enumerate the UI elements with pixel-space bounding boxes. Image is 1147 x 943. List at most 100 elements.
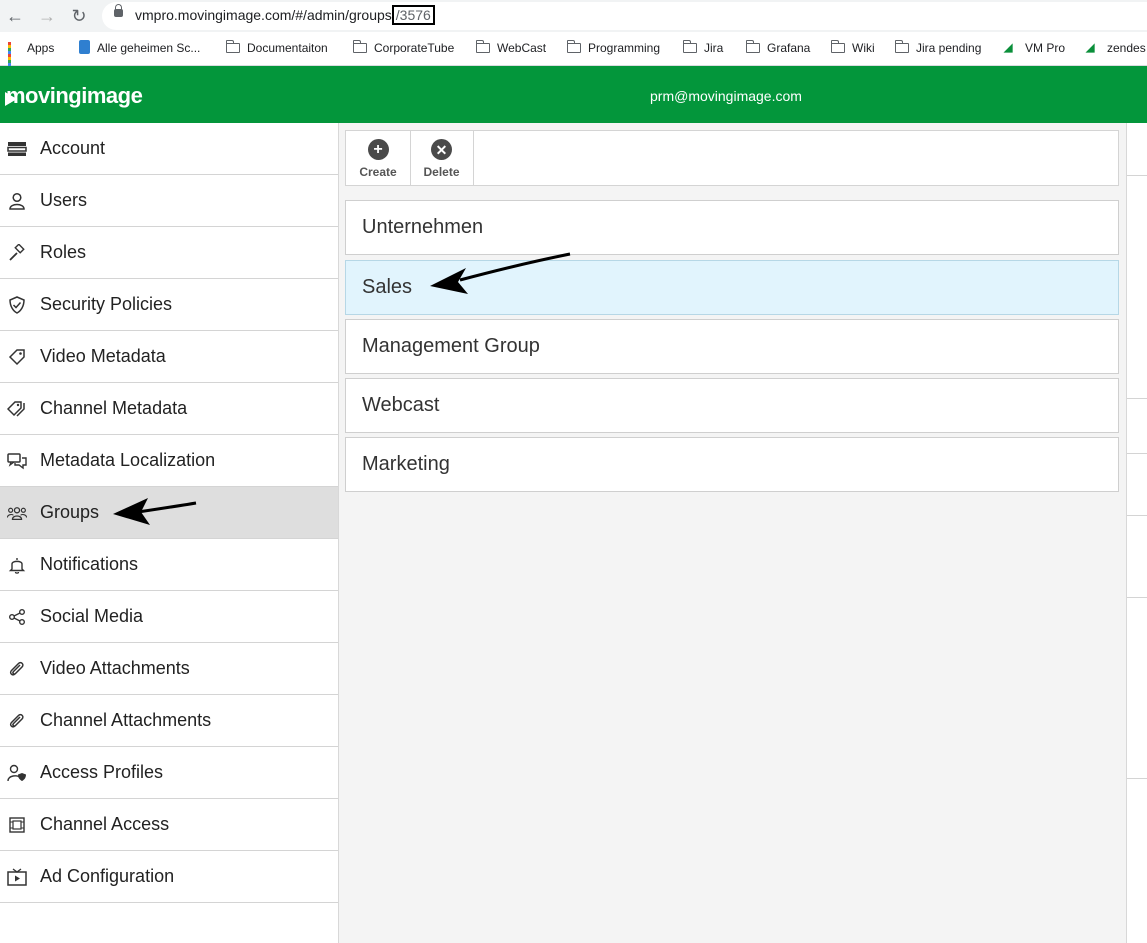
- shield-icon: [7, 295, 27, 315]
- group-icon: [7, 503, 27, 523]
- browser-address-bar: ← → ↻ vmpro.movingimage.com/#/admin/grou…: [0, 0, 1147, 32]
- divider: [1127, 597, 1147, 598]
- sidebar-item-users[interactable]: Users: [0, 175, 338, 227]
- annotation-arrow-sales: [430, 252, 571, 294]
- film-icon: [7, 815, 27, 835]
- sidebar-item-label: Channel Metadata: [40, 398, 188, 418]
- group-row[interactable]: Management Group: [345, 319, 1119, 374]
- url-prefix: vmpro.movingimage.com/#/admin/groups: [135, 7, 392, 23]
- sidebar-item-label: Groups: [40, 502, 100, 522]
- bookmarks-bar: Apps Alle geheimen Sc... Documentaiton C…: [0, 32, 1147, 69]
- sidebar-item-channel-attachments[interactable]: Channel Attachments: [0, 695, 338, 747]
- sidebar-item-video-attachments[interactable]: Video Attachments: [0, 643, 338, 695]
- bookmark-label: Documentaiton: [247, 41, 328, 55]
- sidebar-item-video-metadata[interactable]: Video Metadata: [0, 331, 338, 383]
- group-row[interactable]: Marketing: [345, 437, 1119, 492]
- plus-circle-icon: +: [367, 139, 389, 160]
- group-row[interactable]: Webcast: [345, 378, 1119, 433]
- bookmark-label: Grafana: [767, 41, 811, 55]
- bookmark-programming[interactable]: Programming: [566, 40, 661, 55]
- sidebar-item-roles[interactable]: Roles: [0, 227, 338, 279]
- server-icon: [7, 139, 27, 159]
- lock-icon: [114, 4, 123, 17]
- sidebar-item-label: Users: [40, 190, 88, 210]
- tags-icon: [7, 399, 27, 419]
- bookmark-vmpro[interactable]: ◢ VM Pro: [1004, 41, 1065, 55]
- sidebar-item-channel-access[interactable]: Channel Access: [0, 799, 338, 851]
- sidebar-item-label: Channel Attachments: [40, 710, 212, 730]
- sidebar-item-label: Video Attachments: [40, 658, 190, 678]
- bookmark-wiki[interactable]: Wiki: [830, 40, 875, 55]
- bookmark-zendes[interactable]: ◢ zendes: [1086, 41, 1146, 55]
- sidebar-item-label: Roles: [40, 242, 87, 262]
- logo-play-icon: [5, 92, 17, 106]
- bookmark-label: WebCast: [497, 41, 547, 55]
- bookmark-grafana[interactable]: Grafana: [745, 40, 811, 55]
- sidebar-item-label: Access Profiles: [40, 762, 164, 782]
- bookmark-documentaiton[interactable]: Documentaiton: [225, 40, 328, 55]
- bookmark-label: Programming: [588, 41, 661, 55]
- folder-icon: [475, 40, 490, 53]
- bookmark-corporatetube[interactable]: CorporateTube: [352, 40, 455, 55]
- sidebar-item-ad-configuration[interactable]: Ad Configuration: [0, 851, 338, 903]
- apps-grid-icon: [8, 42, 20, 69]
- group-row[interactable]: Unternehmen: [345, 200, 1119, 255]
- sidebar-item-metadata-localization[interactable]: Metadata Localization: [0, 435, 338, 487]
- url-id: /3576: [391, 5, 435, 25]
- bookmark-webcast[interactable]: WebCast: [475, 40, 547, 55]
- folder-icon: [894, 40, 909, 53]
- detail-panel: [1126, 123, 1147, 943]
- sidebar-item-label: Social Media: [40, 606, 144, 626]
- bell-icon: [7, 555, 27, 575]
- lock-icon: [79, 40, 90, 54]
- forward-icon[interactable]: →: [37, 6, 57, 26]
- delete-button[interactable]: ✕ Delete: [410, 131, 474, 185]
- sidebar-item-notifications[interactable]: Notifications: [0, 539, 338, 591]
- bookmark-jira[interactable]: Jira: [682, 40, 724, 55]
- logo[interactable]: movingimage: [6, 83, 143, 109]
- sidebar-item-channel-metadata[interactable]: Channel Metadata: [0, 383, 338, 435]
- reload-icon[interactable]: ↻: [69, 6, 89, 26]
- bookmark-jira-pending[interactable]: Jira pending: [894, 40, 981, 55]
- gavel-icon: [7, 243, 27, 263]
- sidebar-item-label: Video Metadata: [40, 346, 166, 366]
- folder-icon: [830, 40, 845, 53]
- delete-label: Delete: [423, 165, 460, 179]
- user-shield-icon: [7, 763, 27, 783]
- group-name: Unternehmen: [362, 216, 484, 238]
- divider: [1127, 398, 1147, 399]
- folder-icon: [745, 40, 760, 53]
- back-icon[interactable]: ←: [5, 6, 25, 26]
- comments-icon: [7, 451, 27, 471]
- group-name: Sales: [362, 276, 413, 298]
- folder-icon: [566, 40, 581, 53]
- user-icon: [7, 191, 27, 211]
- url-text[interactable]: vmpro.movingimage.com/#/admin/groups/357…: [135, 5, 435, 25]
- sidebar-item-security-policies[interactable]: Security Policies: [0, 279, 338, 331]
- sidebar-item-access-profiles[interactable]: Access Profiles: [0, 747, 338, 799]
- vmpro-icon: ◢: [1086, 42, 1095, 54]
- app-header: movingimage prm@movingimage.com: [0, 66, 1147, 123]
- annotation-arrow-groups: [113, 498, 197, 525]
- sidebar-item-label: Account: [40, 138, 106, 158]
- bookmark-label: zendes: [1107, 41, 1146, 55]
- bookmark-apps[interactable]: Apps: [8, 41, 55, 69]
- create-button[interactable]: + Create: [346, 131, 411, 185]
- bookmark-label: Jira: [704, 41, 724, 55]
- groups-toolbar: + Create ✕ Delete: [345, 130, 1119, 186]
- user-email[interactable]: prm@movingimage.com: [650, 88, 802, 104]
- bookmark-label: Apps: [27, 41, 55, 55]
- group-name: Marketing: [362, 453, 450, 475]
- sidebar-item-account[interactable]: Account: [0, 123, 338, 175]
- divider: [1127, 175, 1147, 176]
- sidebar-item-social-media[interactable]: Social Media: [0, 591, 338, 643]
- bookmark-label: CorporateTube: [374, 41, 455, 55]
- bookmark-label: Alle geheimen Sc...: [97, 41, 201, 55]
- group-name: Webcast: [362, 394, 440, 416]
- folder-icon: [682, 40, 697, 53]
- bookmark-secrets[interactable]: Alle geheimen Sc...: [79, 40, 201, 55]
- divider: [1127, 778, 1147, 779]
- sidebar-item-label: Ad Configuration: [40, 866, 175, 886]
- bookmark-label: Wiki: [852, 41, 875, 55]
- close-circle-icon: ✕: [431, 139, 452, 160]
